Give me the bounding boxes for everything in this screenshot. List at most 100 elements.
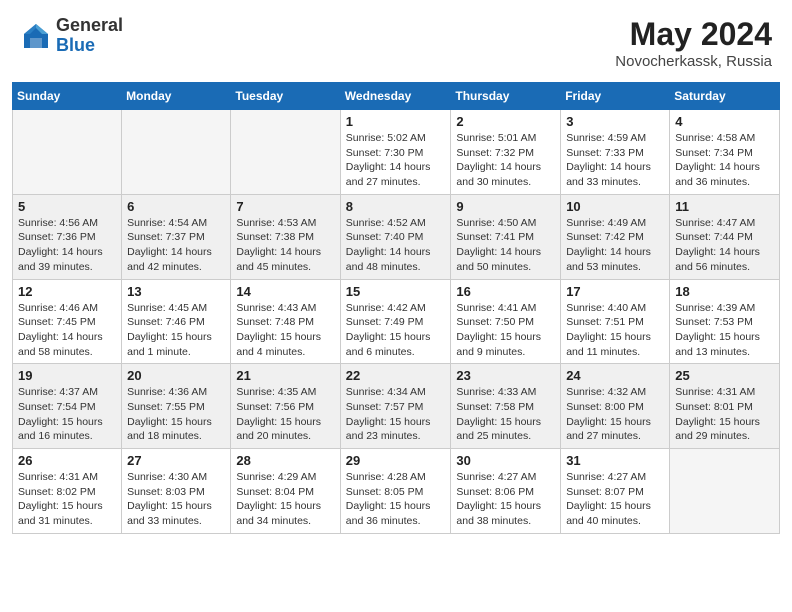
day-info: Sunrise: 4:34 AM Sunset: 7:57 PM Dayligh… — [346, 385, 446, 444]
day-info: Sunrise: 4:53 AM Sunset: 7:38 PM Dayligh… — [236, 216, 334, 275]
day-info: Sunrise: 4:45 AM Sunset: 7:46 PM Dayligh… — [127, 301, 225, 360]
calendar-cell: 18 Sunrise: 4:39 AM Sunset: 7:53 PM Dayli… — [670, 279, 780, 364]
day-number: 22 — [346, 368, 446, 383]
day-info: Sunrise: 5:02 AM Sunset: 7:30 PM Dayligh… — [346, 131, 446, 190]
calendar-cell: 12 Sunrise: 4:46 AM Sunset: 7:45 PM Dayli… — [13, 279, 122, 364]
day-info: Sunrise: 4:27 AM Sunset: 8:07 PM Dayligh… — [566, 470, 664, 529]
day-number: 18 — [675, 284, 774, 299]
logo: General Blue — [20, 16, 123, 56]
calendar-cell: 6Sunrise: 4:54 AM Sunset: 7:37 PM Daylig… — [122, 194, 231, 279]
calendar-cell: 10Sunrise: 4:49 AM Sunset: 7:42 PM Dayli… — [561, 194, 670, 279]
day-number: 12 — [18, 284, 116, 299]
day-number: 30 — [456, 453, 555, 468]
calendar-week-row: 26Sunrise: 4:31 AM Sunset: 8:02 PM Dayli… — [13, 449, 780, 534]
logo-text: General Blue — [56, 16, 123, 56]
day-info: Sunrise: 4:59 AM Sunset: 7:33 PM Dayligh… — [566, 131, 664, 190]
day-info: Sunrise: 4:42 AM Sunset: 7:49 PM Dayligh… — [346, 301, 446, 360]
calendar-cell: 23 Sunrise: 4:33 AM Sunset: 7:58 PM Dayli… — [451, 364, 561, 449]
day-number: 11 — [675, 199, 774, 214]
calendar-cell: 30 Sunrise: 4:27 AM Sunset: 8:06 PM Dayli… — [451, 449, 561, 534]
calendar-cell: 11 Sunrise: 4:47 AM Sunset: 7:44 PM Dayli… — [670, 194, 780, 279]
day-info: Sunrise: 4:36 AM Sunset: 7:55 PM Dayligh… — [127, 385, 225, 444]
calendar-week-row: 5Sunrise: 4:56 AM Sunset: 7:36 PM Daylig… — [13, 194, 780, 279]
calendar-cell: 2 Sunrise: 5:01 AM Sunset: 7:32 PM Daylig… — [451, 110, 561, 195]
calendar-cell — [13, 110, 122, 195]
day-of-week-header: Wednesday — [340, 83, 451, 110]
calendar-cell: 1 Sunrise: 5:02 AM Sunset: 7:30 PM Daylig… — [340, 110, 451, 195]
day-number: 14 — [236, 284, 334, 299]
day-number: 27 — [127, 453, 225, 468]
day-number: 28 — [236, 453, 334, 468]
day-info: Sunrise: 4:29 AM Sunset: 8:04 PM Dayligh… — [236, 470, 334, 529]
day-info: Sunrise: 4:27 AM Sunset: 8:06 PM Dayligh… — [456, 470, 555, 529]
day-number: 13 — [127, 284, 225, 299]
day-number: 20 — [127, 368, 225, 383]
day-number: 15 — [346, 284, 446, 299]
calendar-cell: 8 Sunrise: 4:52 AM Sunset: 7:40 PM Daylig… — [340, 194, 451, 279]
calendar-week-row: 12 Sunrise: 4:46 AM Sunset: 7:45 PM Dayli… — [13, 279, 780, 364]
day-info: Sunrise: 4:31 AM Sunset: 8:01 PM Dayligh… — [675, 385, 774, 444]
month-year: May 2024 — [615, 16, 772, 53]
day-info: Sunrise: 4:31 AM Sunset: 8:02 PM Dayligh… — [18, 470, 116, 529]
day-info: Sunrise: 4:33 AM Sunset: 7:58 PM Dayligh… — [456, 385, 555, 444]
calendar-cell: 5Sunrise: 4:56 AM Sunset: 7:36 PM Daylig… — [13, 194, 122, 279]
day-info: Sunrise: 4:56 AM Sunset: 7:36 PM Dayligh… — [18, 216, 116, 275]
day-info: Sunrise: 4:39 AM Sunset: 7:53 PM Dayligh… — [675, 301, 774, 360]
calendar-cell: 9Sunrise: 4:50 AM Sunset: 7:41 PM Daylig… — [451, 194, 561, 279]
day-of-week-header: Saturday — [670, 83, 780, 110]
calendar-cell — [122, 110, 231, 195]
day-info: Sunrise: 4:58 AM Sunset: 7:34 PM Dayligh… — [675, 131, 774, 190]
calendar-body: 1 Sunrise: 5:02 AM Sunset: 7:30 PM Daylig… — [13, 110, 780, 534]
day-info: Sunrise: 4:32 AM Sunset: 8:00 PM Dayligh… — [566, 385, 664, 444]
day-info: Sunrise: 4:47 AM Sunset: 7:44 PM Dayligh… — [675, 216, 774, 275]
calendar-table: SundayMondayTuesdayWednesdayThursdayFrid… — [12, 82, 780, 534]
calendar-cell: 17 Sunrise: 4:40 AM Sunset: 7:51 PM Dayli… — [561, 279, 670, 364]
logo-blue-text: Blue — [56, 36, 123, 56]
logo-general-text: General — [56, 16, 123, 36]
logo-icon — [20, 20, 52, 52]
day-info: Sunrise: 4:46 AM Sunset: 7:45 PM Dayligh… — [18, 301, 116, 360]
day-number: 4 — [675, 114, 774, 129]
day-number: 2 — [456, 114, 555, 129]
calendar-header: SundayMondayTuesdayWednesdayThursdayFrid… — [13, 83, 780, 110]
day-info: Sunrise: 5:01 AM Sunset: 7:32 PM Dayligh… — [456, 131, 555, 190]
calendar-cell — [670, 449, 780, 534]
calendar-cell: 14 Sunrise: 4:43 AM Sunset: 7:48 PM Dayli… — [231, 279, 340, 364]
calendar-cell: 24 Sunrise: 4:32 AM Sunset: 8:00 PM Dayli… — [561, 364, 670, 449]
day-info: Sunrise: 4:50 AM Sunset: 7:41 PM Dayligh… — [456, 216, 555, 275]
day-info: Sunrise: 4:40 AM Sunset: 7:51 PM Dayligh… — [566, 301, 664, 360]
day-info: Sunrise: 4:49 AM Sunset: 7:42 PM Dayligh… — [566, 216, 664, 275]
calendar-cell: 25 Sunrise: 4:31 AM Sunset: 8:01 PM Dayli… — [670, 364, 780, 449]
calendar-cell: 26Sunrise: 4:31 AM Sunset: 8:02 PM Dayli… — [13, 449, 122, 534]
header: General Blue May 2024 Novocherkassk, Rus… — [0, 0, 792, 78]
day-info: Sunrise: 4:28 AM Sunset: 8:05 PM Dayligh… — [346, 470, 446, 529]
day-number: 21 — [236, 368, 334, 383]
day-number: 3 — [566, 114, 664, 129]
day-number: 23 — [456, 368, 555, 383]
location: Novocherkassk, Russia — [615, 53, 772, 70]
calendar-cell: 20 Sunrise: 4:36 AM Sunset: 7:55 PM Dayli… — [122, 364, 231, 449]
calendar-week-row: 1 Sunrise: 5:02 AM Sunset: 7:30 PM Daylig… — [13, 110, 780, 195]
day-number: 24 — [566, 368, 664, 383]
calendar-cell: 15 Sunrise: 4:42 AM Sunset: 7:49 PM Dayli… — [340, 279, 451, 364]
day-number: 1 — [346, 114, 446, 129]
calendar-cell: 7Sunrise: 4:53 AM Sunset: 7:38 PM Daylig… — [231, 194, 340, 279]
day-number: 17 — [566, 284, 664, 299]
calendar-cell: 13 Sunrise: 4:45 AM Sunset: 7:46 PM Dayli… — [122, 279, 231, 364]
calendar-cell: 29Sunrise: 4:28 AM Sunset: 8:05 PM Dayli… — [340, 449, 451, 534]
day-number: 8 — [346, 199, 446, 214]
day-number: 25 — [675, 368, 774, 383]
day-info: Sunrise: 4:30 AM Sunset: 8:03 PM Dayligh… — [127, 470, 225, 529]
calendar-cell: 22 Sunrise: 4:34 AM Sunset: 7:57 PM Dayli… — [340, 364, 451, 449]
calendar-cell: 31Sunrise: 4:27 AM Sunset: 8:07 PM Dayli… — [561, 449, 670, 534]
days-of-week-row: SundayMondayTuesdayWednesdayThursdayFrid… — [13, 83, 780, 110]
day-of-week-header: Thursday — [451, 83, 561, 110]
day-of-week-header: Tuesday — [231, 83, 340, 110]
day-info: Sunrise: 4:43 AM Sunset: 7:48 PM Dayligh… — [236, 301, 334, 360]
day-info: Sunrise: 4:54 AM Sunset: 7:37 PM Dayligh… — [127, 216, 225, 275]
day-of-week-header: Sunday — [13, 83, 122, 110]
calendar-cell: 27 Sunrise: 4:30 AM Sunset: 8:03 PM Dayli… — [122, 449, 231, 534]
calendar-cell: 21Sunrise: 4:35 AM Sunset: 7:56 PM Dayli… — [231, 364, 340, 449]
day-info: Sunrise: 4:52 AM Sunset: 7:40 PM Dayligh… — [346, 216, 446, 275]
page: General Blue May 2024 Novocherkassk, Rus… — [0, 0, 792, 612]
